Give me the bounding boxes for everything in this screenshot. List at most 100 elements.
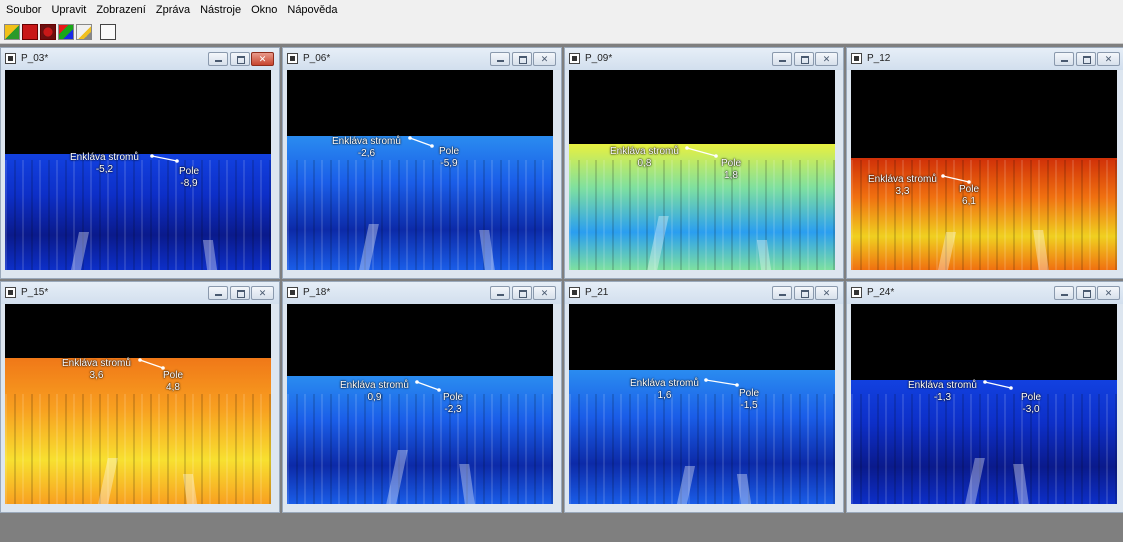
label-enclave-value: -2,6 [357, 148, 376, 159]
maximize-button[interactable] [1076, 286, 1096, 300]
window-title: P_24* [867, 287, 895, 298]
window-title-bar[interactable]: P_24* ✕ [847, 282, 1123, 304]
window-title-bar[interactable]: P_12 ✕ [847, 48, 1123, 70]
document-icon [569, 287, 580, 298]
close-button[interactable]: ✕ [815, 286, 838, 300]
menu-item-3[interactable]: Zpráva [151, 4, 195, 16]
window-title: P_09* [585, 53, 613, 64]
measure-line [704, 378, 739, 387]
save-icon[interactable] [22, 23, 38, 40]
label-enclave-name: Enkláva stromů [908, 380, 977, 391]
label-field-value: 1,8 [724, 170, 738, 181]
menu-item-2[interactable]: Zobrazení [91, 4, 151, 16]
label-enclave-value: 3,3 [895, 186, 910, 197]
thermal-image[interactable]: Enkláva stromů -2,6 Pole -5,9 [287, 70, 553, 270]
label-enclave: Enkláva stromů -1,3 [908, 380, 977, 404]
thermal-image[interactable]: Enkláva stromů 0,8 Pole 1,8 [569, 70, 835, 270]
thermal-image[interactable]: Enkláva stromů 3,3 Pole 6,1 [851, 70, 1117, 270]
label-enclave-value: 0,9 [367, 392, 382, 403]
label-enclave-name: Enkláva stromů [62, 358, 131, 369]
close-button[interactable]: ✕ [251, 286, 274, 300]
label-enclave-value: -5,2 [95, 164, 114, 175]
maximize-button[interactable] [1076, 52, 1096, 66]
minimize-button[interactable] [208, 52, 228, 66]
minimize-button[interactable] [772, 286, 792, 300]
label-enclave-name: Enkláva stromů [630, 378, 699, 389]
document-icon [5, 53, 16, 64]
minimize-button[interactable] [772, 52, 792, 66]
print-icon[interactable] [100, 23, 116, 40]
window-title: P_06* [303, 53, 331, 64]
image-window-0[interactable]: P_03* ✕ Enkláva stromů -5,2 Pole -8,9 [0, 47, 280, 279]
maximize-button[interactable] [230, 52, 250, 66]
label-field-value: 4,8 [166, 382, 180, 393]
label-field-name: Pole [443, 392, 464, 403]
window-title-bar[interactable]: P_03* ✕ [1, 48, 279, 70]
measure-line [983, 380, 1013, 390]
label-field: Pole -2,3 [443, 392, 463, 416]
thermal-image[interactable]: Enkláva stromů 0,9 Pole -2,3 [287, 304, 553, 504]
maximize-button[interactable] [794, 286, 814, 300]
image-window-5[interactable]: P_18* ✕ Enkláva stromů 0,9 Pole -2,3 [282, 281, 562, 513]
window-title-bar[interactable]: P_09* ✕ [565, 48, 843, 70]
window-title-bar[interactable]: P_21 ✕ [565, 282, 843, 304]
image-window-4[interactable]: P_15* ✕ Enkláva stromů 3,6 Pole 4,8 [0, 281, 280, 513]
maximize-button[interactable] [230, 286, 250, 300]
label-field: Pole 6,1 [959, 184, 979, 208]
thermal-image[interactable]: Enkláva stromů -1,3 Pole -3,0 [851, 304, 1117, 504]
label-field-name: Pole [721, 158, 742, 169]
close-button[interactable]: ✕ [1097, 52, 1120, 66]
label-enclave: Enkláva stromů 0,8 [610, 146, 679, 170]
label-enclave: Enkláva stromů 3,6 [62, 358, 131, 382]
record-icon[interactable] [40, 23, 56, 40]
document-icon [287, 53, 298, 64]
close-button[interactable]: ✕ [533, 52, 556, 66]
label-field-name: Pole [163, 370, 184, 381]
image-window-1[interactable]: P_06* ✕ Enkláva stromů -2,6 Pole -5,9 [282, 47, 562, 279]
label-field-value: -2,3 [444, 404, 462, 415]
menu-item-5[interactable]: Okno [246, 4, 282, 16]
image-window-7[interactable]: P_24* ✕ Enkláva stromů -1,3 Pole -3,0 [846, 281, 1123, 513]
menu-item-6[interactable]: Nápověda [282, 4, 342, 16]
close-button[interactable]: ✕ [533, 286, 556, 300]
label-field-value: 6,1 [962, 196, 976, 207]
image-window-2[interactable]: P_09* ✕ Enkláva stromů 0,8 Pole 1,8 [564, 47, 844, 279]
label-enclave: Enkláva stromů 0,9 [340, 380, 409, 404]
label-field-value: -3,0 [1022, 404, 1040, 415]
menu-item-1[interactable]: Upravit [46, 4, 91, 16]
label-field-value: -1,5 [740, 400, 758, 411]
minimize-button[interactable] [490, 52, 510, 66]
edit-icon[interactable] [76, 23, 92, 40]
label-field-name: Pole [439, 146, 460, 157]
window-title-bar[interactable]: P_18* ✕ [283, 282, 561, 304]
window-title-bar[interactable]: P_15* ✕ [1, 282, 279, 304]
window-title: P_12 [867, 53, 891, 64]
image-window-6[interactable]: P_21 ✕ Enkláva stromů 1,6 Pole -1,5 [564, 281, 844, 513]
image-window-3[interactable]: P_12 ✕ Enkláva stromů 3,3 Pole 6,1 [846, 47, 1123, 279]
close-button[interactable]: ✕ [815, 52, 838, 66]
document-icon [287, 287, 298, 298]
window-title-bar[interactable]: P_06* ✕ [283, 48, 561, 70]
maximize-button[interactable] [512, 52, 532, 66]
maximize-button[interactable] [512, 286, 532, 300]
minimize-button[interactable] [490, 286, 510, 300]
label-field: Pole 1,8 [721, 158, 741, 182]
close-button[interactable]: ✕ [251, 52, 274, 66]
open-icon[interactable] [4, 23, 20, 40]
minimize-button[interactable] [1054, 286, 1074, 300]
thermal-image[interactable]: Enkláva stromů 3,6 Pole 4,8 [5, 304, 271, 504]
minimize-button[interactable] [208, 286, 228, 300]
minimize-button[interactable] [1054, 52, 1074, 66]
document-icon [569, 53, 580, 64]
label-enclave-value: 1,6 [657, 390, 672, 401]
thermal-image[interactable]: Enkláva stromů -5,2 Pole -8,9 [5, 70, 271, 270]
menu-item-0[interactable]: Soubor [0, 4, 46, 16]
label-field: Pole 4,8 [163, 370, 183, 394]
close-button[interactable]: ✕ [1097, 286, 1120, 300]
thermal-image[interactable]: Enkláva stromů 1,6 Pole -1,5 [569, 304, 835, 504]
menu-item-4[interactable]: Nástroje [195, 4, 246, 16]
palette-icon[interactable] [58, 23, 74, 40]
window-title: P_03* [21, 53, 49, 64]
document-icon [851, 287, 862, 298]
maximize-button[interactable] [794, 52, 814, 66]
